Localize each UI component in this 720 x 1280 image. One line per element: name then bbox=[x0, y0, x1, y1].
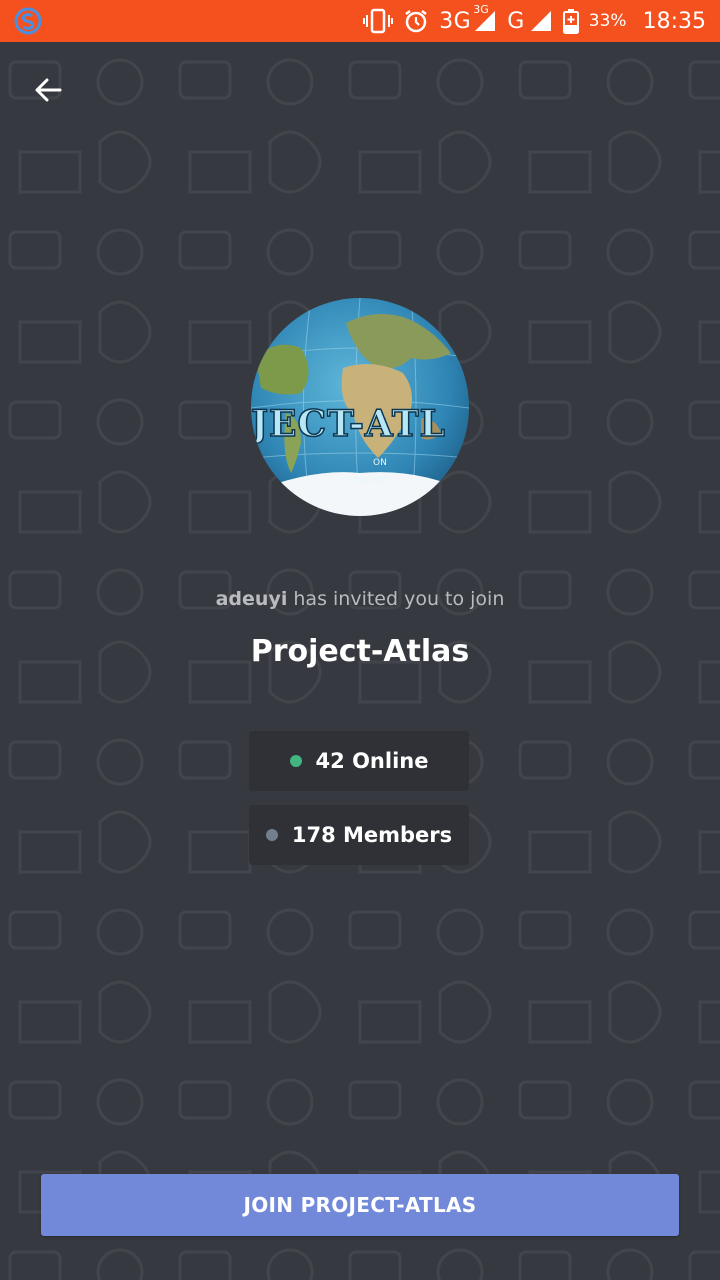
network-g-label: G bbox=[507, 8, 525, 34]
server-name: Project-Atlas bbox=[250, 634, 470, 669]
alarm-icon bbox=[403, 8, 429, 34]
online-count-badge: 42 Online bbox=[249, 731, 469, 791]
member-status-dot-icon bbox=[265, 829, 278, 841]
globe-icon: JECT-ATL ON STEEMIT bbox=[251, 298, 469, 516]
arrow-left-icon bbox=[35, 78, 62, 102]
battery-percent: 33% bbox=[588, 11, 627, 31]
online-status-dot-icon bbox=[289, 755, 302, 767]
online-count-label: 42 Online bbox=[315, 749, 429, 773]
signal-3g-icon: 3G bbox=[473, 3, 497, 33]
inviter-name: adeuyi bbox=[215, 588, 288, 610]
back-button[interactable] bbox=[28, 70, 68, 110]
battery-charging-icon bbox=[562, 8, 579, 34]
svg-text:STEEMIT: STEEMIT bbox=[347, 476, 391, 487]
network-3g-label: 3G bbox=[439, 8, 472, 34]
network-3g-small-label: 3G bbox=[473, 3, 489, 16]
invite-text: has invited you to join bbox=[287, 588, 505, 610]
svg-text:ON: ON bbox=[373, 458, 387, 468]
clock-time: 18:35 bbox=[642, 8, 706, 34]
status-bar: 3G 3G G 33% 18:35 bbox=[0, 0, 720, 42]
invite-message: adeuyi has invited you to join bbox=[0, 588, 720, 610]
member-count-label: 178 Members bbox=[291, 823, 453, 847]
vibrate-icon bbox=[363, 8, 394, 34]
app-notification-icon bbox=[14, 7, 42, 35]
member-count-badge: 178 Members bbox=[249, 805, 469, 865]
signal-g-icon bbox=[529, 9, 553, 33]
svg-text:JECT-ATL: JECT-ATL bbox=[251, 403, 446, 445]
server-avatar: JECT-ATL ON STEEMIT bbox=[251, 298, 469, 516]
join-server-button[interactable]: JOIN PROJECT-ATLAS bbox=[41, 1174, 679, 1236]
